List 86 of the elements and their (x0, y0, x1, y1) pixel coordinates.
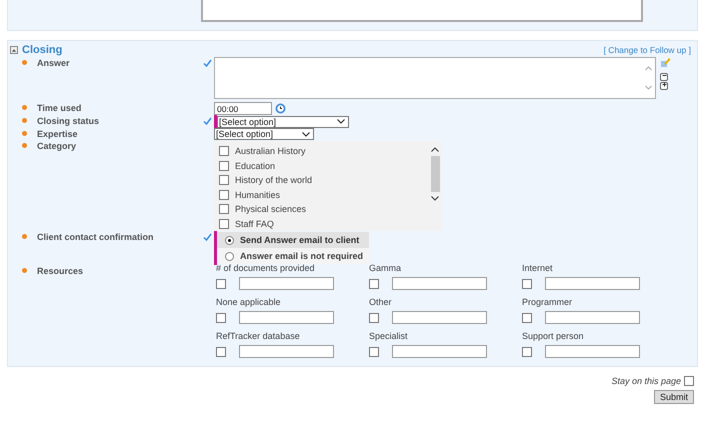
resource-label: None applicable (216, 297, 282, 307)
resource-label: Support person (522, 331, 585, 341)
submit-button[interactable]: Submit (654, 390, 694, 404)
checkbox[interactable] (369, 312, 379, 322)
collapse-toggle[interactable] (10, 46, 18, 54)
resource-field[interactable] (239, 345, 334, 358)
clock-icon[interactable] (275, 103, 286, 114)
option-label: Education (235, 160, 276, 171)
resource-field[interactable] (545, 311, 640, 324)
collapse-icon (11, 46, 17, 54)
checkbox[interactable] (219, 204, 229, 214)
resource-label: Programmer (522, 297, 574, 307)
resource-field[interactable] (392, 311, 487, 324)
text-area[interactable] (201, 0, 643, 22)
select-dropdown[interactable]: [Select option] (214, 128, 314, 140)
checkbox[interactable] (219, 160, 229, 171)
stay-label: Stay on this page (611, 376, 681, 386)
category-option[interactable]: Staff FAQ (214, 216, 429, 231)
field-label: Closing status (37, 116, 100, 126)
field-label: Time used (37, 102, 82, 112)
category-option[interactable]: History of the world (214, 173, 429, 188)
expand-button[interactable] (660, 82, 668, 90)
option-label: Humanities (235, 190, 280, 200)
resource-field[interactable] (239, 311, 334, 324)
checkbox[interactable] (369, 346, 379, 356)
category-option[interactable]: Humanities (214, 188, 429, 202)
field-label: Resources (37, 266, 84, 276)
checkbox[interactable] (522, 278, 532, 288)
checkbox[interactable] (216, 312, 226, 322)
caret-icon (302, 132, 310, 136)
checkbox[interactable] (219, 218, 229, 229)
bullet-icon (22, 143, 27, 148)
answer-field[interactable] (214, 57, 656, 99)
resource-field[interactable] (545, 277, 640, 290)
checkbox[interactable] (219, 175, 229, 186)
resource-label: RefTracker database (216, 331, 301, 341)
option-label: Send Answer email to client (240, 235, 360, 245)
option-label: Australian History (235, 146, 306, 156)
category-option[interactable]: Education (214, 158, 429, 173)
radio-button[interactable] (225, 252, 234, 260)
shrink-button[interactable] (660, 73, 668, 81)
option-label: Staff FAQ (235, 218, 274, 229)
category-option[interactable]: Australian History (214, 144, 429, 158)
checkbox[interactable] (522, 346, 532, 356)
stay-checkbox[interactable] (684, 376, 694, 386)
option-label: Physical sciences (235, 204, 306, 214)
change-link[interactable]: [ Change to Follow up ] (604, 45, 691, 55)
checkbox[interactable] (369, 278, 379, 288)
checkbox[interactable] (216, 346, 226, 356)
section-title: Closing (22, 44, 62, 56)
bullet-icon (22, 60, 27, 65)
bullet-icon (22, 268, 27, 273)
field-label: Category (37, 140, 76, 150)
resource-label: Other (369, 297, 393, 307)
plus-icon (662, 82, 666, 86)
select-dropdown[interactable]: [Select option] (217, 116, 349, 128)
checkbox[interactable] (216, 278, 226, 288)
field-label: Expertise (37, 128, 78, 138)
field-label: Answer (37, 58, 70, 68)
resource-label: Internet (522, 263, 554, 273)
radio-option[interactable]: Answer email is not required (217, 248, 370, 264)
scroll-up-icon (431, 147, 439, 152)
field-label: Client contact confirmation (37, 232, 154, 242)
bullet-icon (22, 234, 27, 239)
checkbox[interactable] (219, 190, 229, 200)
minus-icon (662, 72, 666, 78)
resource-field[interactable] (239, 277, 334, 290)
resource-field[interactable] (392, 277, 487, 290)
scroll-down-icon (431, 196, 439, 201)
option-label: History of the world (235, 175, 312, 186)
time-field[interactable]: 00:00 (214, 102, 272, 115)
category-option[interactable]: Physical sciences (214, 202, 429, 216)
checkbox[interactable] (219, 146, 229, 156)
resource-label: # of documents provided (216, 263, 316, 273)
resource-label: Specialist (369, 331, 409, 341)
resource-field[interactable] (545, 345, 640, 358)
caret-icon (337, 119, 345, 124)
radio-option[interactable]: Send Answer email to client (217, 232, 370, 248)
radio-button[interactable] (225, 236, 234, 244)
bullet-icon (22, 105, 27, 110)
checkbox[interactable] (522, 312, 532, 322)
bullet-icon (22, 118, 27, 123)
resource-field[interactable] (392, 345, 487, 358)
bullet-icon (22, 131, 27, 136)
option-label: Answer email is not required (240, 251, 364, 261)
resource-label: Gamma (369, 263, 402, 273)
